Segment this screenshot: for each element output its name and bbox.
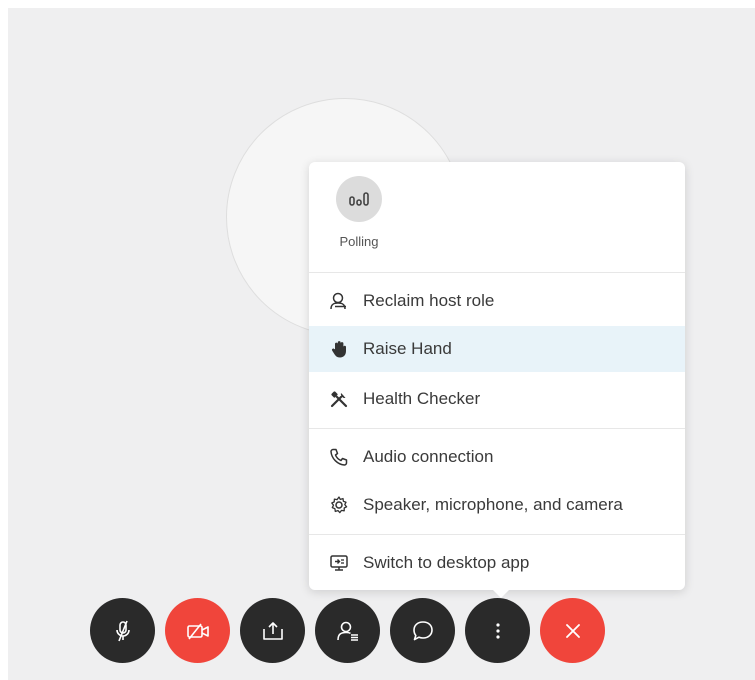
meeting-stage: Polling Reclaim host role Raise Hand Hea… (8, 8, 755, 680)
leave-meeting-button[interactable] (540, 598, 605, 663)
menu-item-label: Health Checker (363, 389, 481, 408)
gear-icon (329, 495, 349, 515)
menu-item-switch-to-desktop-app[interactable]: Switch to desktop app (309, 540, 685, 586)
menu-item-label: Speaker, microphone, and camera (363, 495, 623, 514)
more-options-icon (495, 622, 500, 639)
menu-item-label: Raise Hand (363, 339, 452, 358)
menu-item-label: Audio connection (363, 447, 494, 466)
desktop-app-icon (329, 553, 349, 573)
polling-label: Polling (339, 234, 379, 249)
menu-item-speaker-microphone-camera[interactable]: Speaker, microphone, and camera (309, 482, 685, 528)
menu-item-reclaim-host-role[interactable]: Reclaim host role (309, 278, 685, 324)
more-options-menu: Polling Reclaim host role Raise Hand Hea… (309, 162, 685, 598)
video-off-icon (186, 623, 209, 639)
polling-button[interactable]: Polling (327, 176, 391, 262)
participants-icon (336, 621, 358, 641)
menu-item-audio-connection[interactable]: Audio connection (309, 434, 685, 480)
meeting-controls-toolbar (90, 598, 605, 663)
divider (309, 534, 685, 535)
participants-button[interactable] (315, 598, 380, 663)
mute-button[interactable] (90, 598, 155, 663)
menu-item-health-checker[interactable]: Health Checker (309, 376, 685, 422)
close-icon (565, 623, 580, 638)
chat-button[interactable] (390, 598, 455, 663)
hand-icon (329, 339, 349, 359)
share-icon (262, 621, 283, 640)
menu-item-label: Reclaim host role (363, 291, 495, 310)
polling-icon (336, 176, 382, 222)
microphone-muted-icon (115, 620, 130, 641)
more-options-button[interactable] (465, 598, 530, 663)
menu-item-raise-hand[interactable]: Raise Hand (309, 326, 685, 372)
chat-icon (412, 620, 433, 640)
video-button[interactable] (165, 598, 230, 663)
tools-icon (329, 389, 349, 409)
divider (309, 272, 685, 273)
menu-item-label: Switch to desktop app (363, 553, 530, 572)
divider (309, 428, 685, 429)
person-key-icon (329, 291, 349, 311)
share-button[interactable] (240, 598, 305, 663)
phone-icon (329, 447, 349, 467)
